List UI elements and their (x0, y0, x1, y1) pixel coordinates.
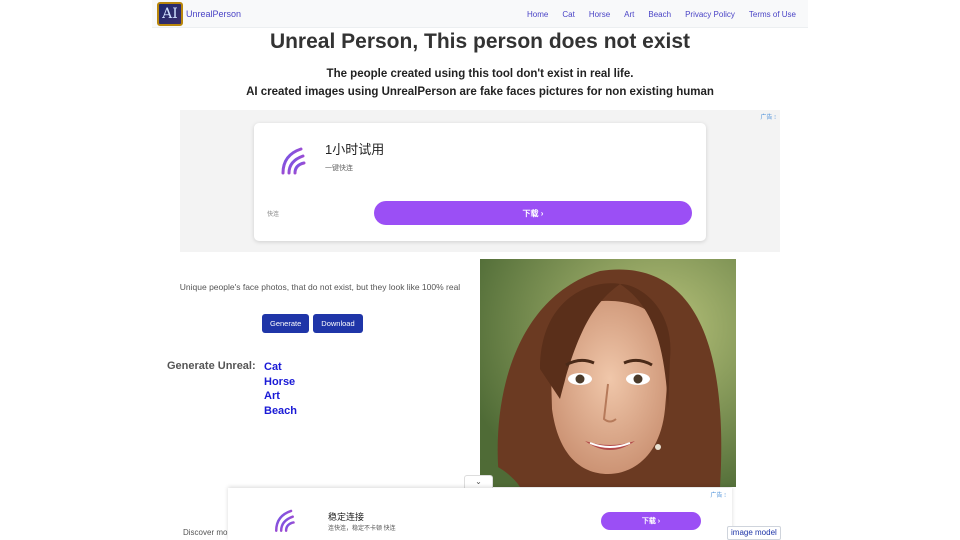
download-button[interactable]: Download (313, 314, 363, 333)
nav-beach[interactable]: Beach (648, 10, 671, 19)
ad-banner-bottom[interactable]: 广告 ⁝ 稳定连接 连快连，稳定不卡顿 快连 下载 › (228, 488, 732, 540)
nav-menu: Home Cat Horse Art Beach Privacy Policy … (527, 0, 796, 28)
generate-beach-link[interactable]: Beach (264, 404, 297, 419)
image-model-tag[interactable]: image model (727, 526, 781, 540)
ad-subtitle: 一键快连 (325, 165, 353, 172)
top-navbar: AI UnrealPerson Home Cat Horse Art Beach… (152, 0, 808, 28)
generate-horse-link[interactable]: Horse (264, 375, 297, 390)
collapse-ad-button[interactable]: ⌄ (464, 475, 493, 489)
app-logo-icon (275, 145, 306, 175)
discover-text: Discover mo (183, 528, 228, 537)
subtitle-line-2: AI created images using UnrealPerson are… (246, 86, 714, 98)
ad-download-button[interactable]: 下载 › (374, 201, 692, 225)
nav-cat[interactable]: Cat (562, 10, 574, 19)
ad-card[interactable]: 1小时试用 一键快连 快连 下载 › (254, 123, 706, 241)
subtitle-line-1: The people created using this tool don't… (326, 68, 634, 80)
generate-cat-link[interactable]: Cat (264, 360, 297, 375)
ad-banner-top: 广告 ⁝ 1小时试用 一键快连 快连 下载 › (180, 110, 780, 252)
nav-home[interactable]: Home (527, 10, 548, 19)
nav-horse[interactable]: Horse (589, 10, 610, 19)
chevron-down-icon: ⌄ (475, 477, 482, 486)
site-logo[interactable]: AI (157, 1, 183, 26)
generate-links: Cat Horse Art Beach (264, 360, 297, 418)
generate-button[interactable]: Generate (262, 314, 310, 333)
ad-bottom-download-button[interactable]: 下载 › (601, 512, 701, 530)
ad-badge[interactable]: 广告 ⁝ (760, 112, 776, 121)
action-buttons: Generate Download (262, 314, 363, 333)
ad-advertiser: 快连 (267, 212, 280, 218)
ad-bottom-subtitle: 连快连，稳定不卡顿 快连 (328, 526, 396, 532)
generate-art-link[interactable]: Art (264, 389, 297, 404)
app-logo-icon (270, 508, 295, 532)
generate-unreal-label: Generate Unreal: (167, 360, 256, 372)
ad-badge-bottom[interactable]: 广告 ⁝ (710, 490, 726, 499)
nav-terms-of-use[interactable]: Terms of Use (749, 10, 796, 19)
generated-face-image[interactable] (480, 259, 736, 487)
logo-text: AI (162, 5, 178, 22)
brand-link[interactable]: UnrealPerson (186, 9, 241, 19)
nav-art[interactable]: Art (624, 10, 634, 19)
nav-privacy-policy[interactable]: Privacy Policy (685, 10, 735, 19)
unique-description: Unique people's face photos, that do not… (179, 282, 461, 292)
ad-title: 1小时试用 (325, 142, 385, 157)
page-title: Unreal Person, This person does not exis… (269, 30, 691, 53)
ad-bottom-title: 稳定连接 (328, 512, 365, 522)
